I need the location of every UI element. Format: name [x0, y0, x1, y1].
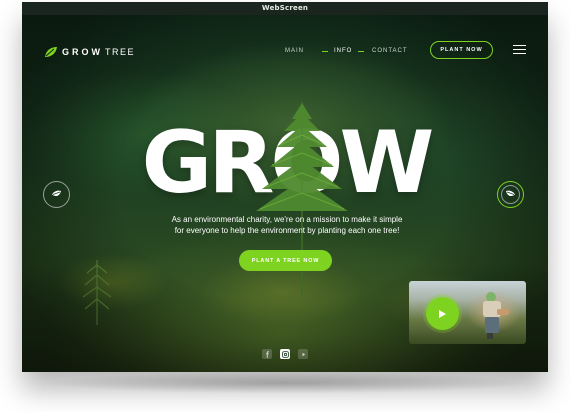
youtube-glyph	[302, 352, 305, 356]
nav-item-main-label: MAIN	[285, 48, 304, 54]
nav-item-info-label: INFO	[334, 48, 353, 54]
title-bar: WebScreen	[22, 2, 548, 15]
logo-text-light: TREE	[105, 47, 136, 57]
instagram-icon[interactable]	[280, 349, 290, 359]
window-shadow	[40, 372, 530, 394]
gardener-image	[483, 292, 509, 339]
leaf-arrow-left-icon	[52, 190, 61, 197]
facebook-glyph	[265, 350, 269, 358]
youtube-icon[interactable]	[298, 349, 308, 359]
social-links	[262, 349, 308, 359]
logo[interactable]: GROW TREE	[44, 45, 135, 59]
instagram-glyph	[281, 350, 289, 358]
next-slide-button[interactable]	[497, 181, 524, 208]
plant-a-tree-button[interactable]: PLANT A TREE NOW	[239, 250, 332, 271]
plant-now-button[interactable]: PLANT NOW	[430, 41, 493, 59]
nav-item-info[interactable]: INFO	[322, 48, 365, 54]
hamburger-icon[interactable]	[513, 45, 526, 54]
logo-text-strong: GROW	[62, 47, 103, 57]
hero-tagline: As an environmental charity, we're on a …	[162, 214, 412, 236]
leaf-logo-icon	[45, 47, 57, 57]
active-dash-left	[322, 50, 328, 52]
active-dash-right	[358, 50, 365, 52]
nav-item-main[interactable]: MAIN	[285, 48, 304, 54]
leaf-arrow-right-icon	[506, 190, 515, 197]
play-icon	[439, 309, 446, 318]
tagline-line-2: for everyone to help the environment by …	[174, 226, 400, 235]
play-button[interactable]	[426, 297, 459, 330]
video-thumbnail[interactable]	[409, 281, 526, 344]
hamburger-line	[513, 53, 526, 54]
hamburger-line	[513, 49, 526, 50]
browser-window: WebScreen GROW TREE MAIN INFO CONTACT PL…	[22, 2, 548, 372]
nav-item-contact[interactable]: CONTACT	[372, 48, 408, 54]
next-slide-inner	[501, 185, 520, 204]
hamburger-line	[513, 45, 526, 46]
hero-section: GROW TREE MAIN INFO CONTACT PLANT NOW GR…	[22, 15, 548, 372]
prev-slide-button[interactable]	[43, 181, 70, 208]
window-title: WebScreen	[261, 4, 309, 12]
nav-item-contact-label: CONTACT	[372, 48, 408, 54]
facebook-icon[interactable]	[262, 349, 272, 359]
tagline-line-1: As an environmental charity, we're on a …	[171, 215, 403, 224]
